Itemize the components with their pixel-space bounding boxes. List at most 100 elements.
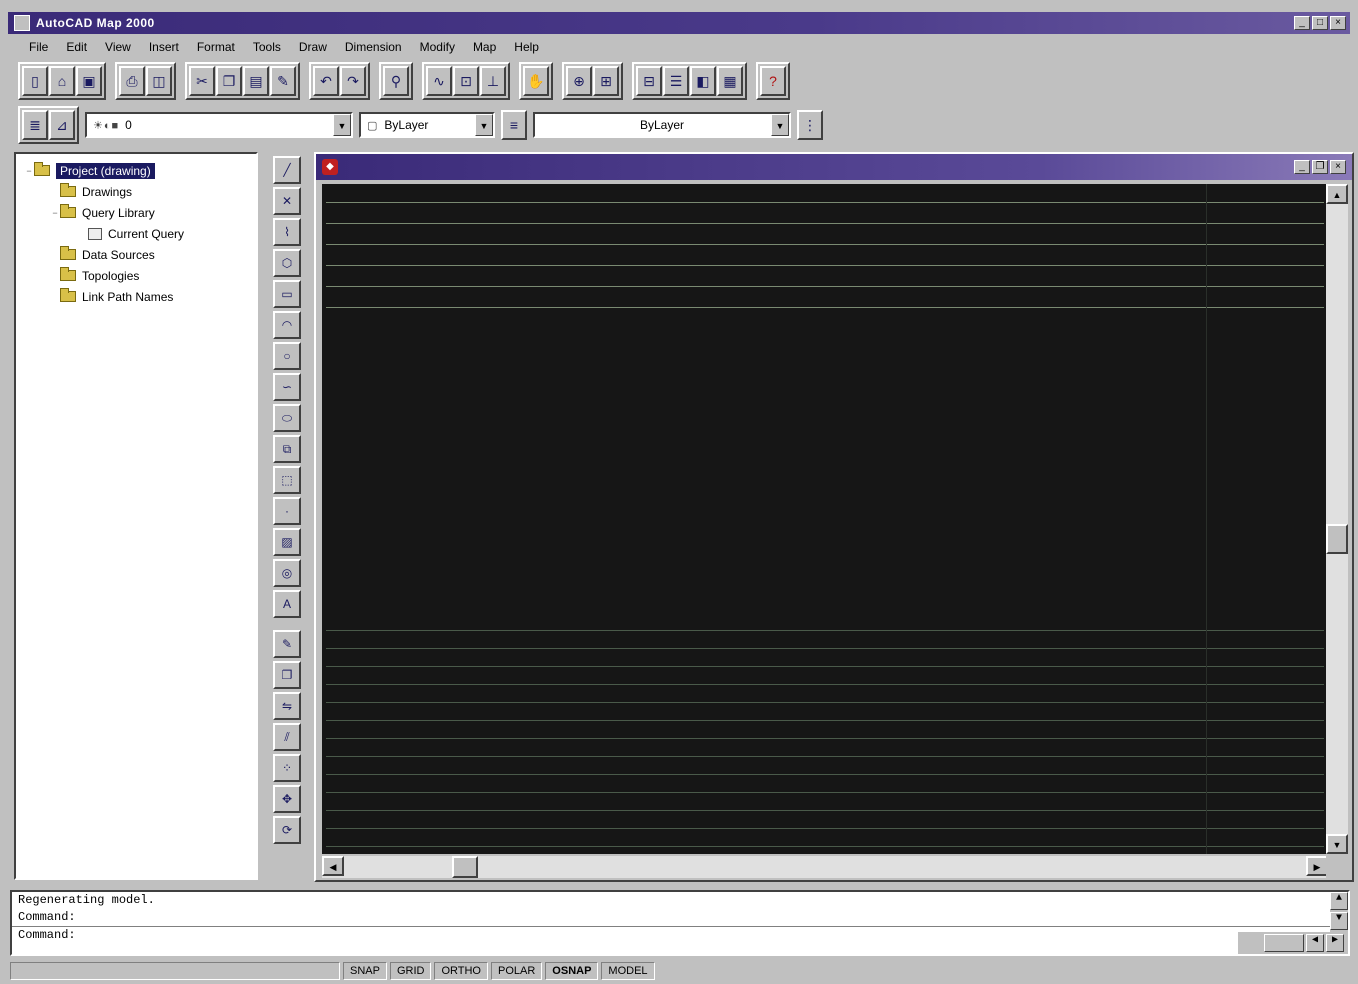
menu-modify[interactable]: Modify [413,38,462,56]
spline-icon[interactable]: ∽ [273,373,301,401]
cut-icon[interactable]: ✂ [189,66,215,96]
app-icon[interactable] [14,15,30,31]
line-icon[interactable]: ╱ [273,156,301,184]
close-button[interactable]: × [1330,16,1346,30]
arc-icon[interactable]: ◠ [273,311,301,339]
tree-item-query-library[interactable]: − Query Library [24,202,256,223]
design-center-icon[interactable]: ◧ [690,66,716,96]
match-properties-icon[interactable]: ✎ [270,66,296,96]
scroll-right-icon[interactable]: ▶ [1326,934,1344,952]
horizontal-scroll-thumb[interactable] [452,856,478,878]
restore-button[interactable]: ❐ [1312,160,1328,174]
copy-icon[interactable]: ❐ [216,66,242,96]
scroll-right-icon[interactable]: ▶ [1306,856,1328,876]
snap-toggle[interactable]: SNAP [343,962,387,980]
plot-style-icon[interactable]: ⋮ [797,110,823,140]
linetype-combo[interactable]: ▢ ByLayer ▼ [359,112,495,138]
menu-tools[interactable]: Tools [246,38,288,56]
redo-icon[interactable]: ↷ [340,66,366,96]
paste-icon[interactable]: ▤ [243,66,269,96]
menu-file[interactable]: File [22,38,55,56]
lineweight-icon[interactable]: ≡ [501,110,527,140]
open-file-icon[interactable]: ⌂ [49,66,75,96]
erase-icon[interactable]: ✎ [273,630,301,658]
maximize-button[interactable]: □ [1312,16,1328,30]
scroll-left-icon[interactable]: ◀ [322,856,344,876]
array-icon[interactable]: ⁘ [273,754,301,782]
polygon-icon[interactable]: ⬡ [273,249,301,277]
properties-icon[interactable]: ☰ [663,66,689,96]
circle-icon[interactable]: ○ [273,342,301,370]
hyperlink-icon[interactable]: ⚲ [383,66,409,96]
mirror-icon[interactable]: ⇋ [273,692,301,720]
tree-item-drawings[interactable]: Drawings [24,181,256,202]
tree-item-topologies[interactable]: Topologies [24,265,256,286]
zoom-realtime-icon[interactable]: ⊕ [566,66,592,96]
polar-toggle[interactable]: POLAR [491,962,543,980]
chevron-down-icon[interactable]: ▼ [333,114,351,136]
drawing-document-icon[interactable]: ◆ [322,159,338,175]
collapse-icon[interactable]: − [24,166,34,176]
layer-manager-icon[interactable]: ≣ [22,110,48,140]
region-icon[interactable]: ◎ [273,559,301,587]
hatch-icon[interactable]: ▨ [273,528,301,556]
model-toggle[interactable]: MODEL [601,962,655,980]
menu-map[interactable]: Map [466,38,503,56]
point-icon[interactable]: · [273,497,301,525]
minimize-button[interactable]: _ [1294,16,1310,30]
offset-icon[interactable]: ⫽ [273,723,301,751]
osnap-toggle[interactable]: OSNAP [545,962,599,980]
vertical-scrollbar[interactable]: ▲ ▼ [1326,184,1348,854]
close-button[interactable]: × [1330,160,1346,174]
menu-view[interactable]: View [98,38,138,56]
tree-item-current-query[interactable]: Current Query [24,223,256,244]
scroll-down-icon[interactable]: ▼ [1330,912,1348,930]
make-block-icon[interactable]: ⬚ [273,466,301,494]
command-scroll-thumb[interactable] [1264,934,1304,952]
color-combo[interactable]: ByLayer ▼ [533,112,791,138]
chevron-down-icon[interactable]: ▼ [475,114,493,136]
size-grip[interactable] [1326,856,1348,878]
print-icon[interactable]: ⎙ [119,66,145,96]
ellipse-icon[interactable]: ⬭ [273,404,301,432]
menu-format[interactable]: Format [190,38,242,56]
grid-toggle[interactable]: GRID [389,962,432,980]
move-icon[interactable]: ✥ [273,785,301,813]
collapse-icon[interactable]: − [50,208,60,218]
tracking-icon[interactable]: ∿ [426,66,452,96]
tree-root[interactable]: − Project (drawing) [24,160,256,181]
vertical-scroll-thumb[interactable] [1326,524,1348,554]
undo-icon[interactable]: ↶ [313,66,339,96]
command-horizontal-scroll[interactable]: ◀ ▶ [1238,932,1348,954]
chevron-down-icon[interactable]: ▼ [771,114,789,136]
menu-draw[interactable]: Draw [292,38,334,56]
layer-combo[interactable]: ☀◐■ 0 ▼ [85,112,353,138]
drawing-canvas[interactable] [322,184,1328,854]
ortho-toggle[interactable]: ORTHO [434,962,488,980]
pan-icon[interactable]: ✋ [523,66,549,96]
multiline-text-icon[interactable]: A [273,590,301,618]
rectangle-icon[interactable]: ▭ [273,280,301,308]
minimize-button[interactable]: _ [1294,160,1310,174]
insert-block-icon[interactable]: ⧉ [273,435,301,463]
scroll-up-icon[interactable]: ▲ [1326,184,1348,204]
construction-line-icon[interactable]: ✕ [273,187,301,215]
tree-item-data-sources[interactable]: Data Sources [24,244,256,265]
command-scrollbar[interactable]: ▲ ▼ [1330,892,1348,932]
menu-insert[interactable]: Insert [142,38,186,56]
print-preview-icon[interactable]: ◫ [146,66,172,96]
menu-help[interactable]: Help [507,38,546,56]
make-layer-current-icon[interactable]: ⊿ [49,110,75,140]
tree-item-link-path-names[interactable]: Link Path Names [24,286,256,307]
menu-dimension[interactable]: Dimension [338,38,409,56]
scroll-up-icon[interactable]: ▲ [1330,892,1348,910]
scroll-down-icon[interactable]: ▼ [1326,834,1348,854]
zoom-window-icon[interactable]: ⊞ [593,66,619,96]
command-line-window[interactable]: Regenerating model. Command: Command: ▲ … [10,890,1350,956]
menu-edit[interactable]: Edit [59,38,94,56]
osnap-icon[interactable]: ⊡ [453,66,479,96]
save-icon[interactable]: ▣ [76,66,102,96]
horizontal-scrollbar[interactable]: ◀ ▶ [322,856,1328,878]
new-file-icon[interactable]: ▯ [22,66,48,96]
zoom-previous-icon[interactable]: ⊟ [636,66,662,96]
